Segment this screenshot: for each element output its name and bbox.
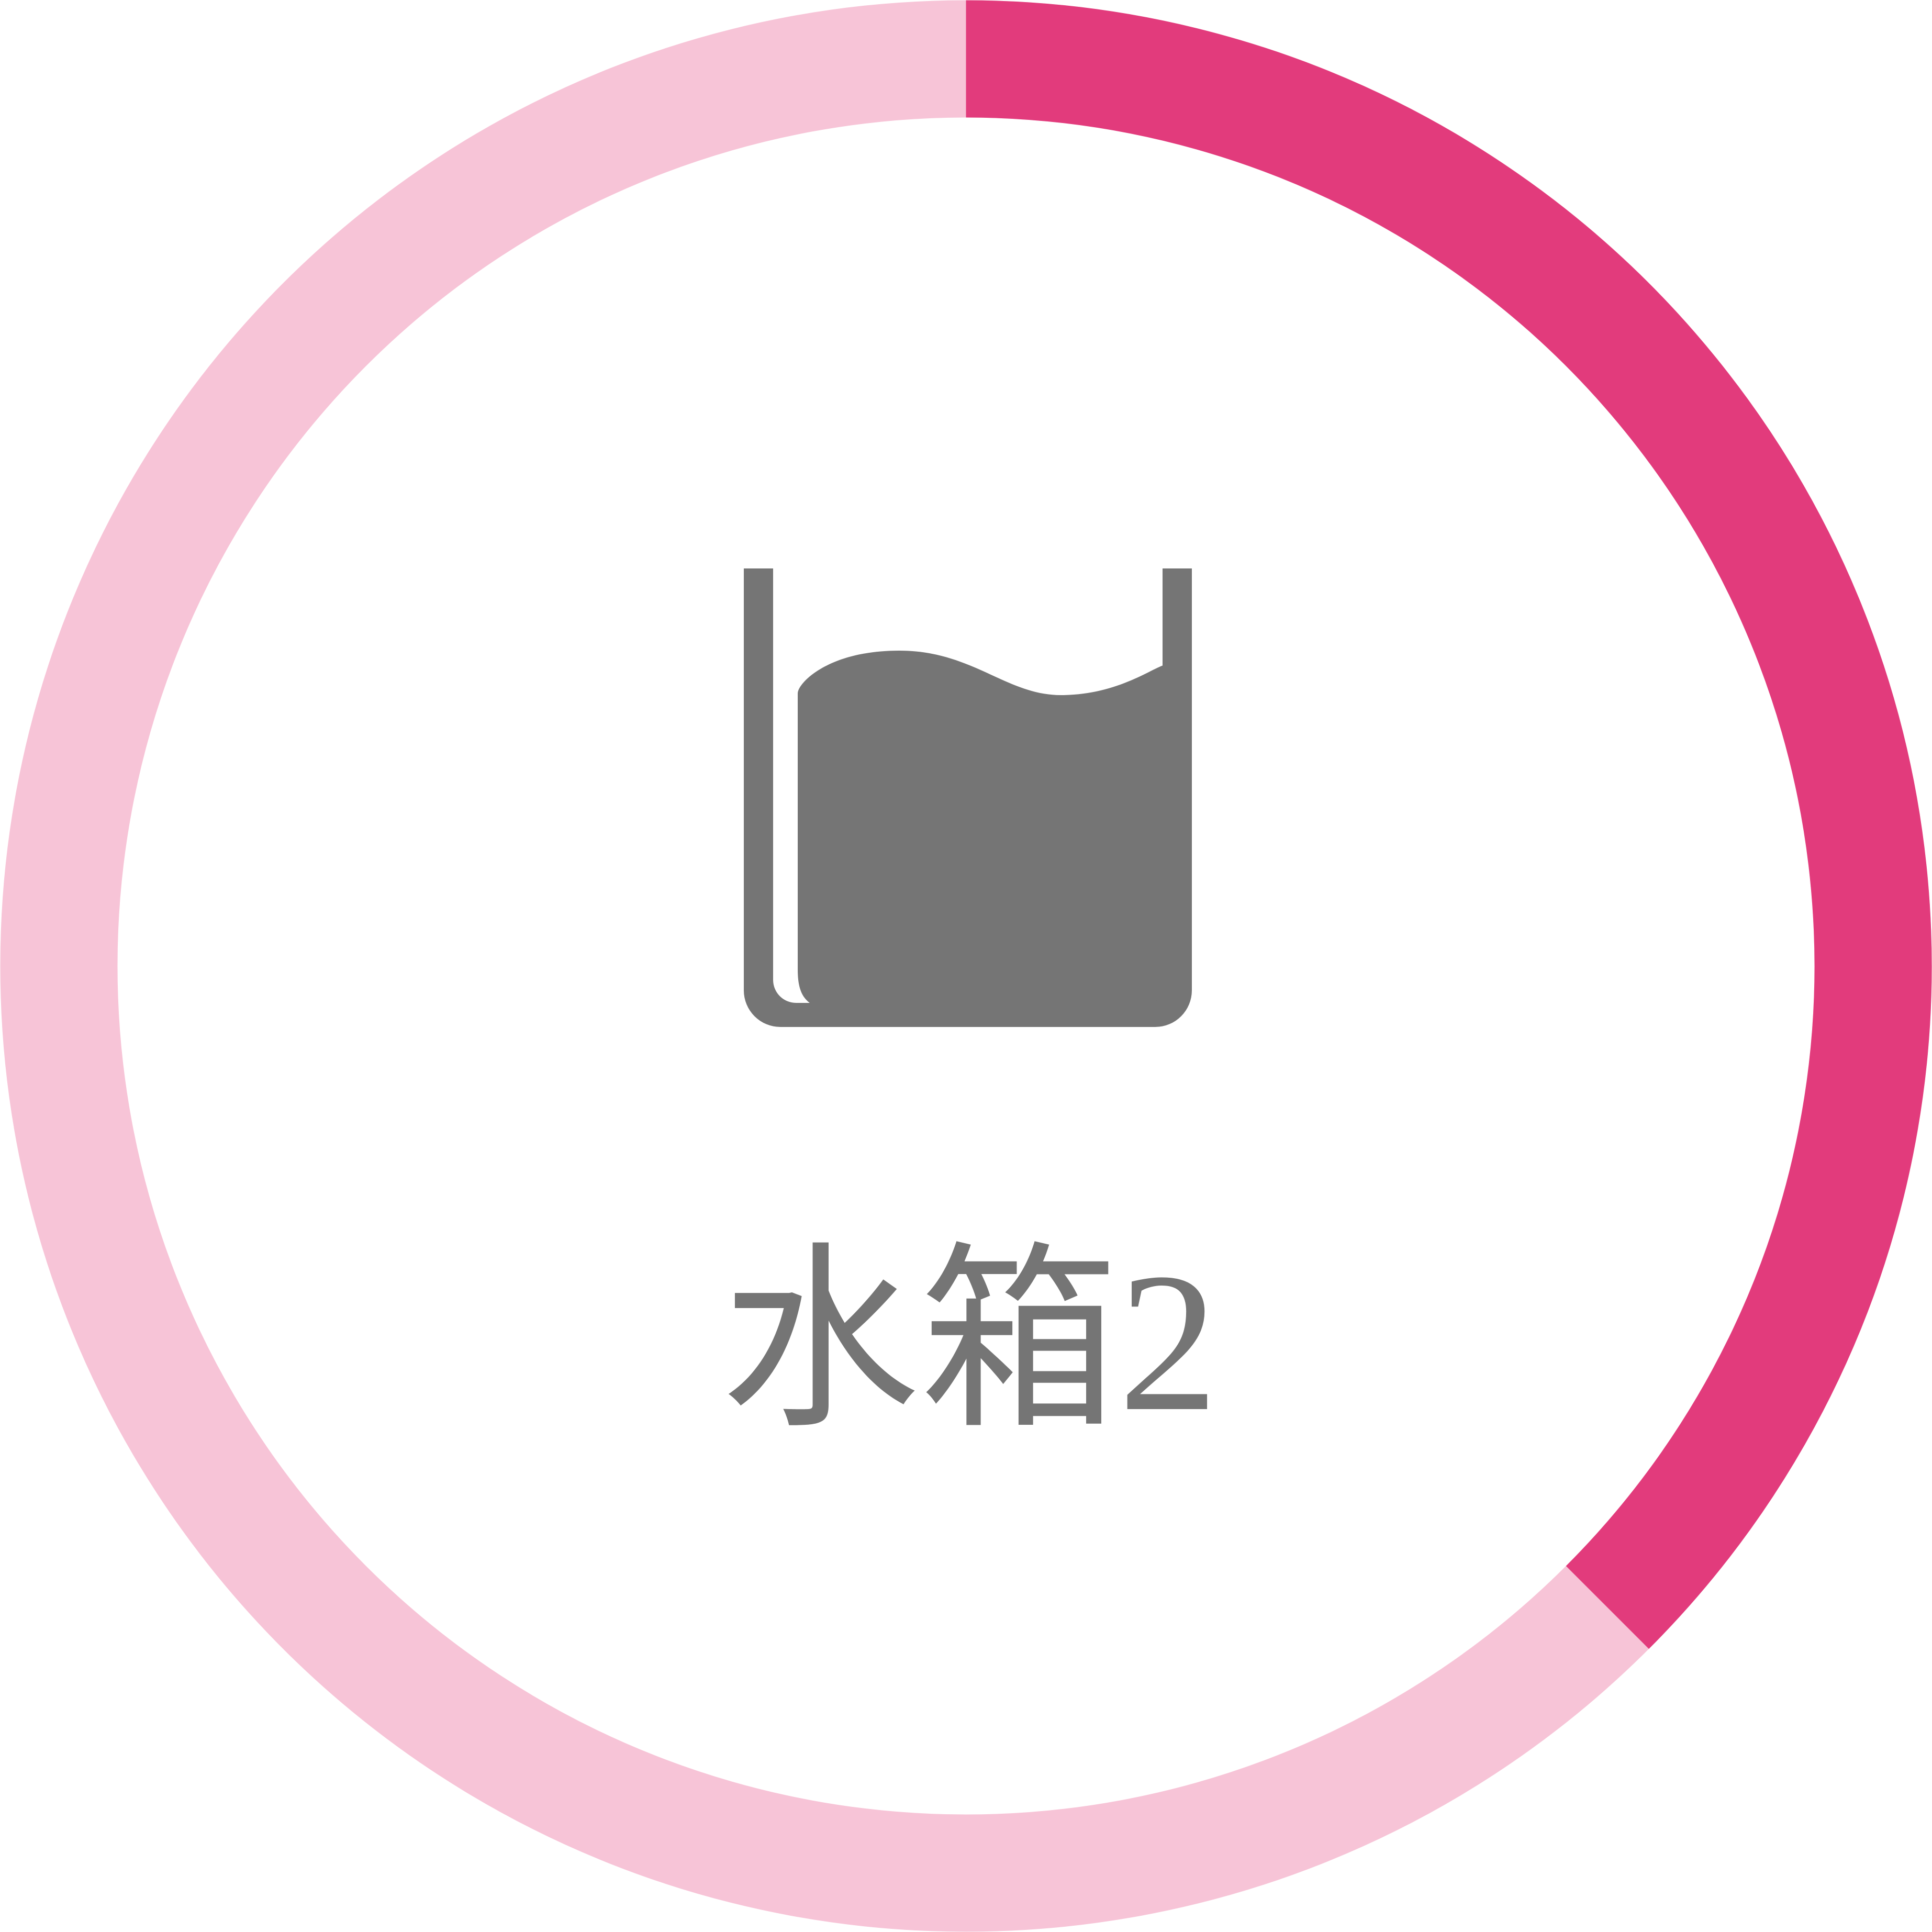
water-tank-icon [744,568,1192,1027]
gauge-svg: 水箱2 [0,0,1932,1932]
gauge-label: 水箱2 [721,1232,1218,1453]
water-tank-gauge: 水箱2 [0,0,1932,1932]
